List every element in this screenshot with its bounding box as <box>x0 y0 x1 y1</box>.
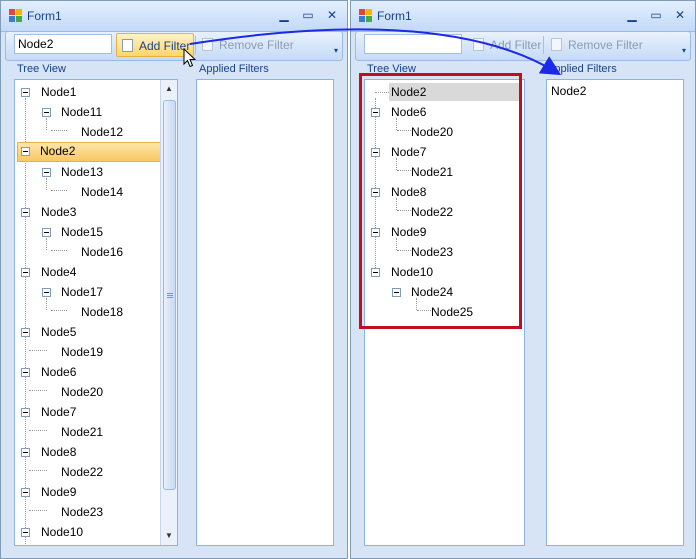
mouse-cursor-icon <box>183 48 197 68</box>
annotation-arrow <box>189 28 562 76</box>
